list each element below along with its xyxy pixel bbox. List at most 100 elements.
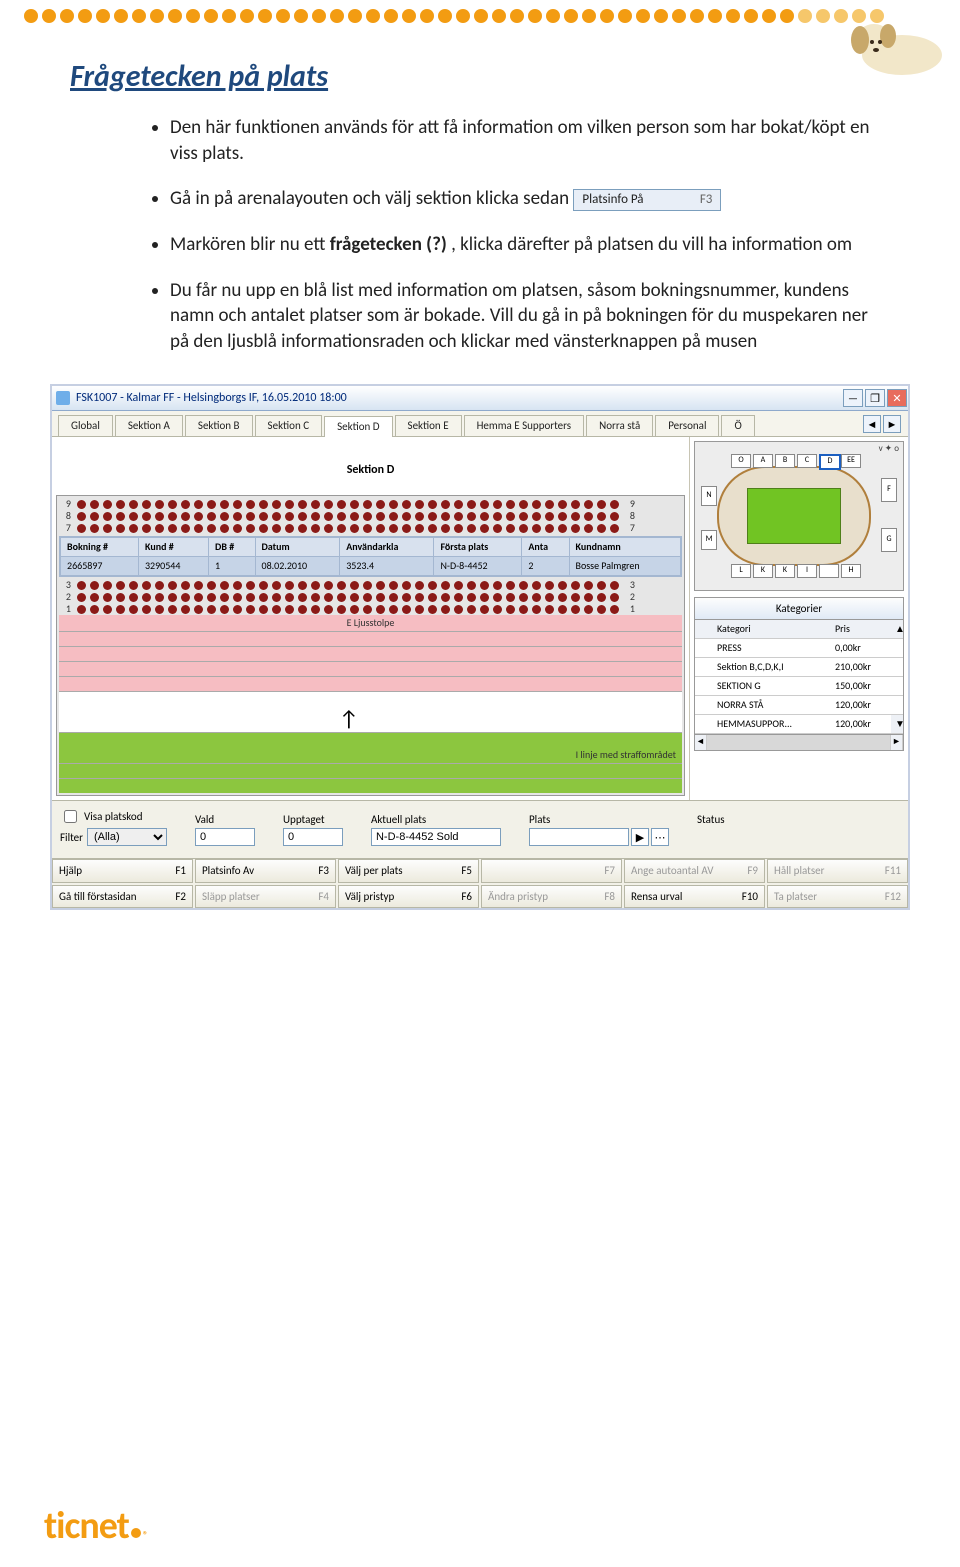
cat-name[interactable]: HEMMASUPPOR... (713, 715, 831, 734)
seat-map[interactable]: 998877 Bokning #Kund #DB #DatumAnvändark… (56, 495, 685, 796)
seat[interactable] (272, 605, 281, 614)
seat[interactable] (233, 524, 242, 533)
stand-D[interactable]: D (819, 454, 841, 470)
seat[interactable] (142, 512, 151, 521)
fn-f1[interactable]: HjälpF1 (52, 859, 193, 882)
seat[interactable] (142, 581, 151, 590)
seat[interactable] (90, 512, 99, 521)
seat[interactable] (467, 524, 476, 533)
seat[interactable] (90, 500, 99, 509)
seat[interactable] (259, 605, 268, 614)
seat[interactable] (103, 512, 112, 521)
plats-input[interactable] (529, 828, 629, 846)
seat[interactable] (142, 593, 151, 602)
seat[interactable] (298, 500, 307, 509)
seat[interactable] (428, 512, 437, 521)
seat[interactable] (363, 605, 372, 614)
seat[interactable] (415, 500, 424, 509)
seat[interactable] (480, 593, 489, 602)
seat[interactable] (376, 593, 385, 602)
seat[interactable] (181, 593, 190, 602)
tab-hemma-e-supporters[interactable]: Hemma E Supporters (464, 415, 585, 435)
seat[interactable] (467, 500, 476, 509)
seat[interactable] (168, 605, 177, 614)
seat[interactable] (545, 581, 554, 590)
seat[interactable] (402, 593, 411, 602)
seat[interactable] (519, 581, 528, 590)
categories-scrollbar[interactable]: ◄ ► (695, 734, 903, 750)
seat[interactable] (103, 524, 112, 533)
seat[interactable] (558, 605, 567, 614)
seat[interactable] (207, 500, 216, 509)
seat[interactable] (415, 581, 424, 590)
seat[interactable] (545, 524, 554, 533)
tab-sektion-a[interactable]: Sektion A (115, 415, 183, 435)
seat[interactable] (454, 581, 463, 590)
seat[interactable] (350, 581, 359, 590)
filter-select[interactable]: (Alla) (87, 828, 167, 846)
seat[interactable] (77, 581, 86, 590)
seat[interactable] (272, 581, 281, 590)
seat[interactable] (181, 605, 190, 614)
seat[interactable] (324, 512, 333, 521)
tab-norra-stå[interactable]: Norra stå (586, 415, 653, 435)
seat[interactable] (272, 500, 281, 509)
seat[interactable] (402, 605, 411, 614)
seat[interactable] (324, 500, 333, 509)
seat[interactable] (298, 605, 307, 614)
seat[interactable] (350, 500, 359, 509)
seat[interactable] (298, 524, 307, 533)
scroll-left-icon[interactable]: ◄ (695, 735, 707, 750)
seat[interactable] (571, 500, 580, 509)
seat[interactable] (610, 581, 619, 590)
cat-name[interactable]: NORRA STÅ (713, 696, 831, 715)
seat[interactable] (506, 512, 515, 521)
seat[interactable] (77, 593, 86, 602)
stand-F[interactable]: F (881, 478, 897, 502)
seat[interactable] (207, 512, 216, 521)
cat-name[interactable]: PRESS (713, 639, 831, 658)
seat[interactable] (103, 581, 112, 590)
seat[interactable] (116, 581, 125, 590)
seat[interactable] (493, 524, 502, 533)
seat[interactable] (480, 605, 489, 614)
seat[interactable] (194, 593, 203, 602)
scroll-track[interactable] (891, 658, 903, 677)
seat[interactable] (493, 500, 502, 509)
seat[interactable] (337, 500, 346, 509)
seat[interactable] (363, 581, 372, 590)
seat[interactable] (610, 500, 619, 509)
seat[interactable] (441, 512, 450, 521)
seat[interactable] (389, 524, 398, 533)
seat[interactable] (441, 581, 450, 590)
seat[interactable] (428, 605, 437, 614)
seat[interactable] (285, 581, 294, 590)
seat[interactable] (350, 512, 359, 521)
seat[interactable] (415, 512, 424, 521)
seat[interactable] (610, 605, 619, 614)
seat[interactable] (532, 512, 541, 521)
seat[interactable] (428, 524, 437, 533)
seat[interactable] (285, 605, 294, 614)
seat[interactable] (155, 512, 164, 521)
seat[interactable] (441, 593, 450, 602)
seat[interactable] (259, 512, 268, 521)
seat[interactable] (285, 500, 294, 509)
tab-ö[interactable]: Ö (721, 415, 754, 435)
seat[interactable] (90, 605, 99, 614)
stand-EE[interactable]: EE (841, 454, 861, 468)
seat[interactable] (220, 593, 229, 602)
seat[interactable] (480, 500, 489, 509)
seat[interactable] (272, 512, 281, 521)
seat[interactable] (389, 593, 398, 602)
scroll-track[interactable] (891, 677, 903, 696)
seat[interactable] (584, 581, 593, 590)
stand-K[interactable]: K (753, 564, 773, 578)
seat[interactable] (311, 500, 320, 509)
seat[interactable] (272, 524, 281, 533)
scroll-track[interactable] (891, 639, 903, 658)
tabs-scroll-right-icon[interactable]: ► (883, 415, 901, 433)
seat[interactable] (545, 605, 554, 614)
seat[interactable] (77, 500, 86, 509)
seat[interactable] (259, 524, 268, 533)
